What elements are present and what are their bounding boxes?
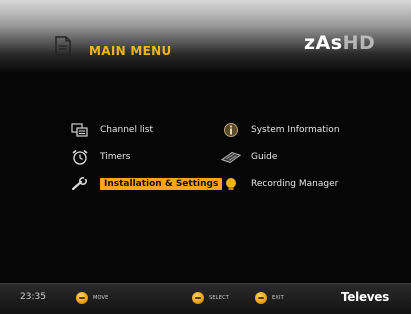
exit-button-icon [255, 292, 267, 304]
move-key-hint[interactable]: MOVE [76, 292, 109, 304]
key-hint-label: MOVE [93, 295, 109, 301]
ok-button-icon [192, 292, 204, 304]
menu-item-label: Guide [251, 152, 278, 162]
tv-screen: MAIN MENU zAsHD Channel list Timers Inst… [0, 0, 411, 314]
menu-item-label: Recording Manager [251, 179, 339, 189]
menu-item-guide[interactable]: Guide [221, 149, 277, 165]
menu-item-channel-list[interactable]: Channel list [70, 122, 153, 138]
move-button-icon [76, 292, 88, 304]
key-hint-label: SELECT [209, 295, 230, 301]
menu-item-system-information[interactable]: System Information [221, 122, 340, 138]
menu-item-label: Installation & Settings [100, 178, 223, 190]
select-key-hint[interactable]: SELECT [192, 292, 229, 304]
menu-item-label: System Information [251, 125, 340, 135]
alarm-clock-icon [70, 149, 90, 165]
footer-bar: 23:35 MOVE SELECT EXIT Televes [0, 283, 411, 314]
recording-icon [221, 176, 241, 192]
brand-logo: Televes [341, 290, 389, 304]
logo-primary: zAs [304, 32, 343, 54]
menu-item-label: Timers [100, 152, 131, 162]
menu-item-timers[interactable]: Timers [70, 149, 130, 165]
exit-key-hint[interactable]: EXIT [255, 292, 284, 304]
menu-item-label: Channel list [100, 125, 154, 135]
document-icon [55, 36, 71, 56]
info-icon [221, 122, 241, 138]
menu-item-installation-settings[interactable]: Installation & Settings [70, 176, 223, 192]
page-title: MAIN MENU [89, 44, 172, 58]
wrench-icon [70, 176, 90, 192]
guide-icon [221, 149, 241, 165]
menu-item-recording-manager[interactable]: Recording Manager [221, 176, 338, 192]
channel-list-icon [70, 122, 90, 138]
clock: 23:35 [20, 292, 46, 302]
logo-secondary: HD [342, 32, 376, 54]
key-hint-label: EXIT [272, 295, 284, 301]
header-bar: MAIN MENU zAsHD [0, 0, 411, 72]
product-logo: zAsHD [304, 32, 375, 54]
